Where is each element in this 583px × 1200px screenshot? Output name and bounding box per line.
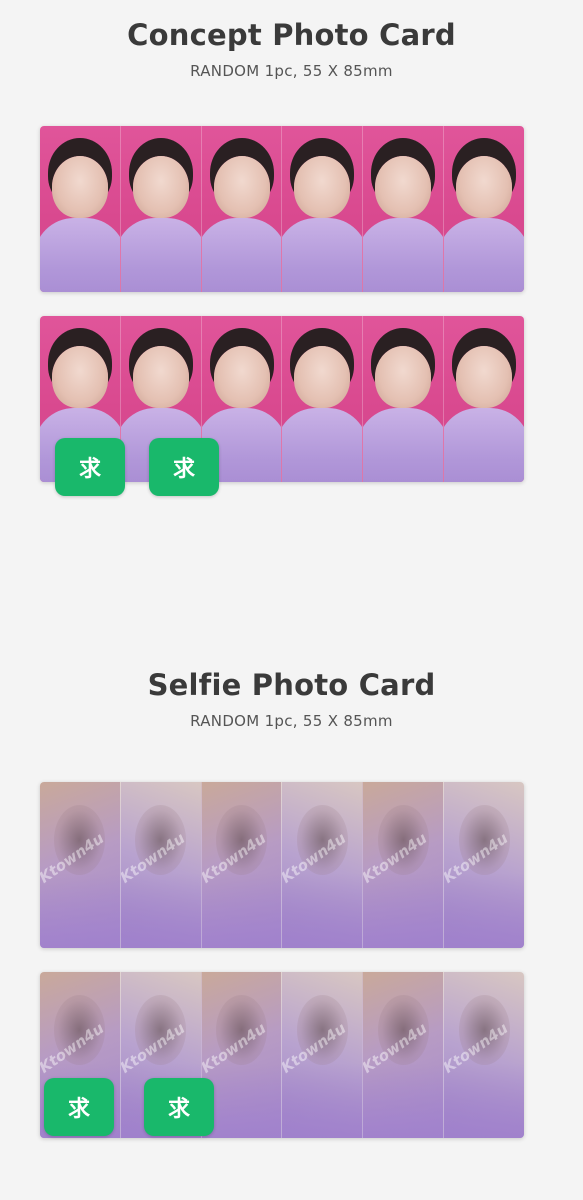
watermark-text: Ktown4u	[281, 829, 350, 887]
watermark-text: Ktown4u	[200, 829, 269, 887]
wanted-badge[interactable]: 求	[144, 1078, 214, 1136]
concept-photo-card[interactable]	[281, 126, 363, 292]
concept-photo-card[interactable]	[443, 126, 524, 292]
selfie-photo-card[interactable]: Ktown4u	[281, 782, 363, 948]
wanted-badge[interactable]: 求	[44, 1078, 114, 1136]
selfie-photo-card[interactable]: Ktown4u	[362, 782, 444, 948]
watermark-text: Ktown4u	[443, 829, 512, 887]
watermark-text: Ktown4u	[362, 1019, 431, 1077]
concept-photo-card[interactable]	[119, 126, 201, 292]
concept-section-title: Concept Photo Card	[127, 18, 456, 52]
watermark-text: Ktown4u	[119, 829, 189, 887]
concept-photo-card[interactable]	[443, 316, 524, 482]
selfie-photo-card[interactable]: Ktown4u	[362, 972, 444, 1138]
selfie-section-subtitle: RANDOM 1pc, 55 X 85mm	[190, 712, 393, 730]
selfie-photo-card[interactable]: Ktown4u	[443, 782, 524, 948]
concept-section-subtitle: RANDOM 1pc, 55 X 85mm	[190, 62, 393, 80]
selfie-photo-card[interactable]: Ktown4u	[281, 972, 363, 1138]
watermark-text: Ktown4u	[40, 1019, 108, 1077]
concept-photo-card[interactable]	[281, 316, 363, 482]
watermark-text: Ktown4u	[40, 829, 108, 887]
wanted-badge[interactable]: 求	[55, 438, 125, 496]
concept-card-row-1	[40, 126, 524, 292]
selfie-photo-card[interactable]: Ktown4u	[40, 782, 120, 948]
selfie-section-title: Selfie Photo Card	[147, 668, 436, 702]
selfie-photo-card[interactable]: Ktown4u	[200, 782, 282, 948]
concept-photo-card[interactable]	[362, 316, 444, 482]
concept-photo-card[interactable]	[200, 126, 282, 292]
selfie-photo-card[interactable]: Ktown4u	[119, 782, 201, 948]
watermark-text: Ktown4u	[119, 1019, 189, 1077]
watermark-text: Ktown4u	[362, 829, 431, 887]
wanted-badge[interactable]: 求	[149, 438, 219, 496]
selfie-card-row-1: Ktown4u Ktown4u Ktown4u Ktown4u Ktown4u …	[40, 782, 524, 948]
concept-photo-card[interactable]	[40, 126, 120, 292]
selfie-photo-card[interactable]: Ktown4u	[443, 972, 524, 1138]
watermark-text: Ktown4u	[443, 1019, 512, 1077]
concept-photo-card[interactable]	[362, 126, 444, 292]
watermark-text: Ktown4u	[200, 1019, 269, 1077]
watermark-text: Ktown4u	[281, 1019, 350, 1077]
